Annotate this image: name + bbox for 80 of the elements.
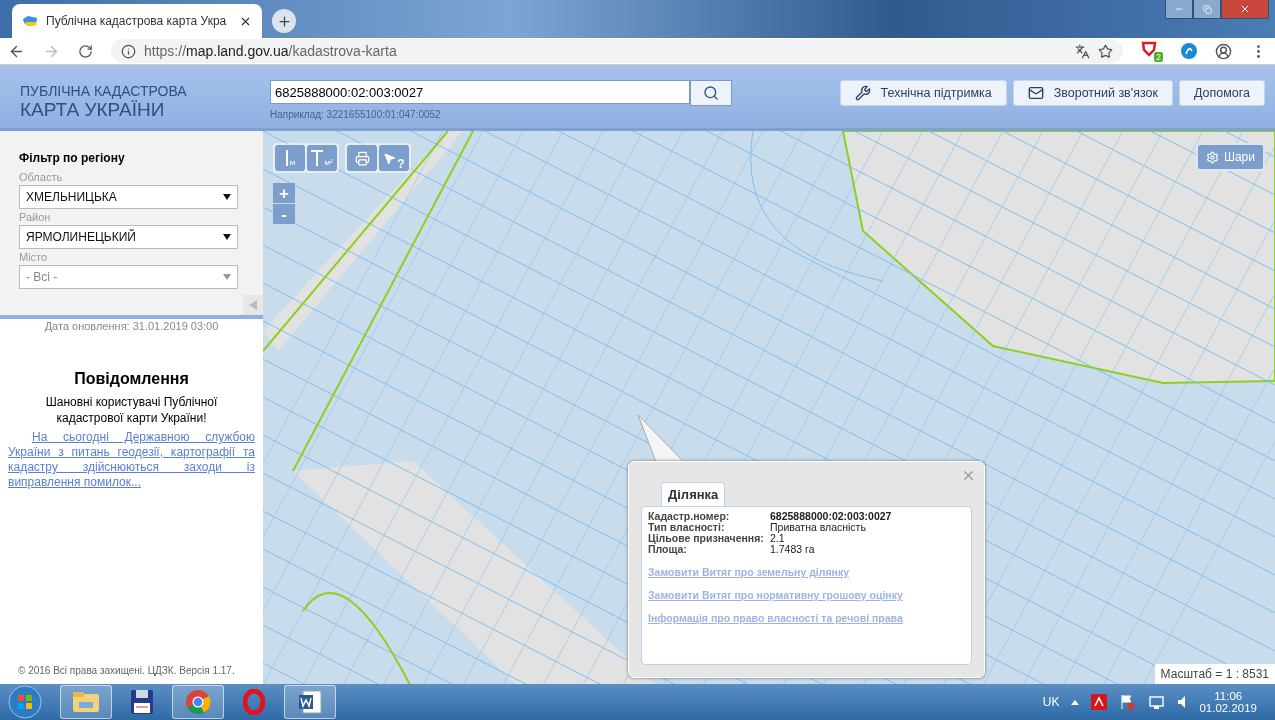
layers-button[interactable]: Шари [1195,143,1265,171]
filter-title: Фільтр по регіону [19,151,126,165]
map-tool-button[interactable]: ? [379,145,409,171]
notice-greeting: Шановні користувачі Публічної кадастрової карти України! [44,394,219,426]
region-select[interactable]: ЯРМОЛИНЕЦЬКИЙ [19,225,238,249]
restore-button[interactable] [1193,0,1221,19]
header-button[interactable]: Технічна підтримка [839,80,1007,106]
address-bar[interactable]: https://map.land.gov.ua/kadastrova-karta [111,39,1123,63]
close-icon [961,468,976,483]
field-value: 2.1 [770,533,785,544]
field-label: Кадастр.номер: [648,511,731,522]
zoom-in-button[interactable]: + [273,183,295,203]
dropdown-arrow-icon [223,274,231,280]
map-tool-button[interactable] [347,145,377,171]
profile-icon[interactable] [1215,42,1232,60]
popup-tab[interactable]: Ділянка [661,482,726,506]
close-icon [1239,3,1251,15]
extension-icon[interactable] [1181,43,1197,59]
field-value: 6825888000:02:003:0027 [770,511,893,522]
header-button[interactable]: Зворотний зв'язок [1012,80,1173,106]
header-button[interactable]: Допомога [1178,80,1265,106]
t-ruler-icon [311,150,324,166]
caret-icon[interactable] [1071,699,1080,705]
field-label: Площа: [648,544,687,555]
dropdown-arrow-icon [223,234,231,240]
search-button[interactable] [690,80,732,106]
language-indicator[interactable]: UK [1042,695,1060,709]
antivirus-icon[interactable] [1091,694,1108,710]
popup-link[interactable]: Інформація про право власності та речові права [648,612,965,624]
search-example: Наприклад: 3221655100:01:047:0052 [270,109,442,120]
new-tab-button[interactable] [272,9,296,33]
speaker-icon[interactable] [1177,695,1188,709]
tab-title: Публічна кадастрова карта Укра [46,14,228,28]
select-label: Місто [19,251,49,263]
popup-link[interactable]: Замовити Витяг про земельну ділянку [648,566,965,578]
tools-icon [854,85,871,101]
flag-icon[interactable] [1119,694,1136,710]
translate-icon[interactable] [1075,43,1090,59]
left-triangle-icon [249,300,257,310]
clock[interactable]: 11:06 01.02.2019 [1199,690,1257,714]
select-label: Район [19,211,52,223]
field-value: Приватна власність [770,522,867,533]
field-label: Цільове призначення: [648,533,765,544]
search-field[interactable]: 6825888000:02:003:0027 [270,80,690,104]
update-date: Дата оновлення: 31.01.2019 03:00 [43,320,220,332]
copyright-text: © 2016 Всі права захищені. ЦДЗК. Версія 1.17. [18,665,236,676]
notice-link[interactable]: На сьогодні Державною службою України з питань геодезії, картографії та кадастру здійснюються заходи із виправлення помилок... [8,430,255,490]
map-scale: Масштаб = 1 : 8531 [1154,664,1275,684]
measure-button[interactable]: м [275,145,305,171]
map-favicon [22,15,38,27]
word-document-icon [297,689,323,715]
reload-icon[interactable] [78,43,93,59]
folder-icon [72,690,100,714]
taskbar-app[interactable] [284,685,336,719]
network-icon[interactable] [1147,694,1166,710]
popup-link[interactable]: Замовити Витяг про нормативну грошову оцінку [648,589,965,601]
print-icon [354,150,370,166]
star-icon[interactable] [1098,43,1113,59]
gear-icon [1205,150,1219,164]
restore-icon [1202,4,1212,14]
field-label: Тип власності: [648,522,725,533]
select-label: Область [19,171,64,183]
region-select[interactable]: ХМЕЛЬНИЦЬКА [19,185,238,209]
cursor-icon [383,151,397,165]
field-value: 1.7483 га [770,544,816,555]
plus-icon [276,13,292,29]
search-icon [703,85,719,101]
info-icon [121,43,136,59]
start-button[interactable] [8,685,42,719]
minimize-button[interactable] [1165,0,1193,19]
measure-button[interactable]: м² [307,145,337,171]
envelope-icon [1027,85,1044,101]
browser-tab[interactable]: Публічна кадастрова карта Укра [12,4,262,38]
logo-text: ПУБЛІЧНА КАДАСТРОВА [20,83,188,99]
opera-logo-icon [243,689,265,715]
notice-title: Повідомлення [73,370,190,388]
chrome-logo-icon [185,689,211,715]
logo-text: КАРТА УКРАЇНИ [20,99,165,121]
zoom-out-button[interactable]: - [273,204,295,224]
dropdown-arrow-icon [223,194,231,200]
